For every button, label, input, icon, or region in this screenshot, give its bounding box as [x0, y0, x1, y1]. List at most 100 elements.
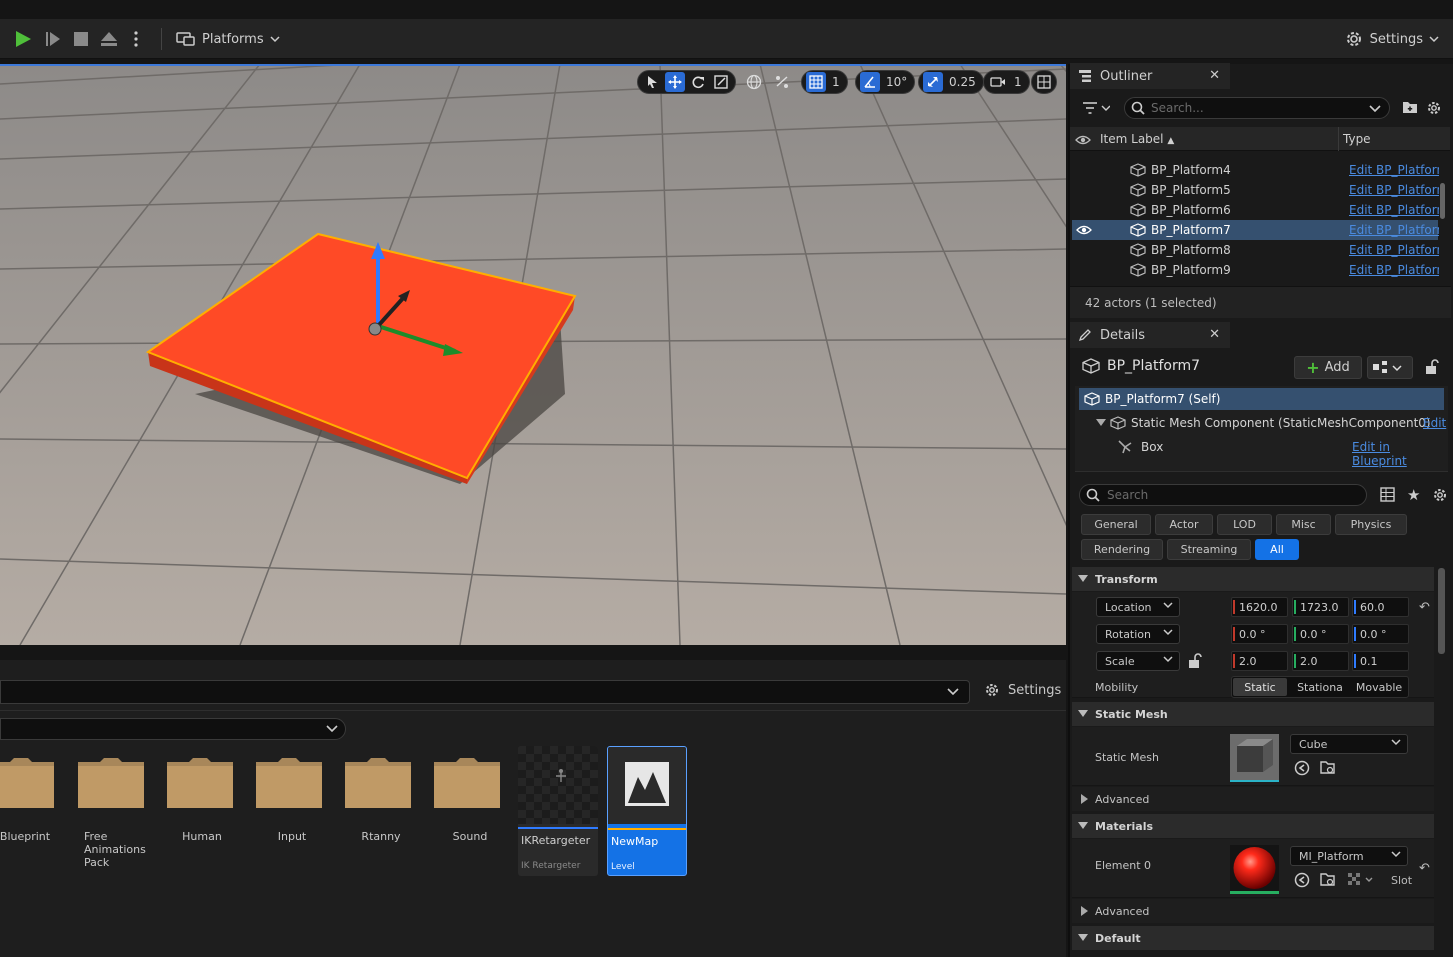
location-z-input[interactable]: 60.0 [1352, 597, 1409, 617]
component-self-row[interactable]: BP_Platform7 (Self) [1079, 388, 1444, 410]
scale-snap-group[interactable]: 0.25 [918, 70, 984, 94]
outliner-row[interactable]: BP_Platform4 Edit BP_Platform [1072, 160, 1439, 180]
folder-sound[interactable] [434, 758, 504, 811]
outliner-row-selected[interactable]: BP_Platform7 Edit BP_Platform [1072, 220, 1439, 240]
details-scrollbar[interactable] [1438, 568, 1445, 654]
scale-y-input[interactable]: 2.0 [1292, 651, 1349, 671]
content-browser-settings[interactable]: Settings [984, 682, 1061, 698]
filter-all[interactable]: All [1255, 539, 1299, 560]
edit-link[interactable]: Edit [1423, 416, 1446, 430]
reset-arrow-icon[interactable]: ↶ [1419, 861, 1430, 876]
mobility-static[interactable]: Static [1233, 678, 1287, 696]
filter-rendering[interactable]: Rendering [1081, 539, 1163, 560]
advance-frame-icon[interactable] [42, 27, 64, 51]
blueprint-options-button[interactable] [1367, 356, 1413, 379]
camera-icon[interactable] [988, 72, 1008, 92]
grid-snap-icon[interactable] [806, 72, 826, 92]
outliner-row[interactable]: BP_Platform9 Edit BP_Platform [1072, 260, 1439, 280]
row-type-link[interactable]: Edit BP_Platform [1349, 223, 1439, 237]
outliner-tab[interactable]: Outliner ✕ [1070, 63, 1230, 89]
scale-mode-dropdown[interactable]: Scale [1096, 651, 1180, 671]
materials-advanced[interactable]: Advanced [1072, 899, 1434, 923]
outliner-scrollbar[interactable] [1440, 183, 1445, 219]
row-type-link[interactable]: Edit BP_Platform [1349, 163, 1439, 177]
world-space-icon[interactable] [744, 72, 764, 92]
gear-icon[interactable] [1432, 487, 1448, 506]
rotation-x-input[interactable]: 0.0 ° [1231, 624, 1288, 644]
asset-newmap[interactable]: NewMap Level [607, 746, 687, 876]
static-mesh-section-header[interactable]: Static Mesh [1072, 702, 1434, 726]
content-filter-dropdown[interactable] [0, 718, 346, 740]
settings-menu[interactable]: Settings [1344, 27, 1439, 51]
rotation-snap-group[interactable]: 10° [855, 70, 916, 94]
filter-actor[interactable]: Actor [1155, 514, 1213, 535]
close-icon[interactable]: ✕ [1209, 327, 1220, 342]
rotation-mode-dropdown[interactable]: Rotation [1096, 624, 1180, 644]
filter-general[interactable]: General [1081, 514, 1151, 535]
eject-icon[interactable] [98, 27, 120, 51]
checker-texture-icon[interactable] [1347, 872, 1375, 891]
filter-misc[interactable]: Misc [1276, 514, 1331, 535]
component-static-mesh-row[interactable]: Static Mesh Component (StaticMeshCompone… [1079, 412, 1446, 434]
edit-in-blueprint-link[interactable]: Edit in Blueprint [1352, 440, 1444, 468]
browse-asset-icon[interactable] [1320, 760, 1336, 779]
column-type[interactable]: Type [1343, 132, 1371, 146]
platforms-menu[interactable]: Platforms [176, 27, 280, 51]
material-thumbnail[interactable] [1230, 845, 1279, 894]
cube-thumbnail[interactable] [1230, 734, 1279, 782]
scale-mode-icon[interactable] [711, 72, 731, 92]
rotation-snap-icon[interactable] [860, 72, 880, 92]
browse-asset-icon[interactable] [1320, 872, 1336, 891]
outliner-row[interactable]: BP_Platform5 Edit BP_Platform [1072, 180, 1439, 200]
materials-section-header[interactable]: Materials [1072, 814, 1434, 838]
lock-icon[interactable] [1425, 359, 1439, 378]
folder-blueprint[interactable] [0, 758, 58, 811]
filter-streaming[interactable]: Streaming [1167, 539, 1251, 560]
outliner-row[interactable]: BP_Platform6 Edit BP_Platform [1072, 200, 1439, 220]
material-picker[interactable]: MI_Platform [1290, 846, 1408, 866]
details-tab[interactable]: Details ✕ [1070, 322, 1230, 348]
reset-arrow-icon[interactable]: ↶ [1419, 600, 1430, 615]
camera-speed-group[interactable]: 1 [983, 70, 1030, 94]
row-type-link[interactable]: Edit BP_Platform [1349, 243, 1439, 257]
outliner-row[interactable]: BP_Platform8 Edit BP_Platform [1072, 240, 1439, 260]
rotation-z-input[interactable]: 0.0 ° [1352, 624, 1409, 644]
folder-free-animations-pack[interactable] [78, 758, 148, 811]
visibility-eye-icon[interactable] [1076, 224, 1092, 236]
surface-snapping-icon[interactable] [772, 72, 792, 92]
scale-snap-icon[interactable] [923, 72, 943, 92]
unlock-icon[interactable] [1188, 653, 1202, 672]
row-type-link[interactable]: Edit BP_Platform [1349, 203, 1439, 217]
default-section-header[interactable]: Default [1072, 926, 1434, 950]
select-mode-icon[interactable] [642, 72, 662, 92]
rotate-mode-icon[interactable] [688, 72, 708, 92]
more-options-icon[interactable] [128, 27, 144, 51]
content-path-bar[interactable] [0, 680, 970, 704]
scale-x-input[interactable]: 2.0 [1231, 651, 1288, 671]
transform-section-header[interactable]: Transform [1072, 567, 1434, 591]
grid-snap-group[interactable]: 1 [801, 70, 848, 94]
folder-rtanny[interactable] [345, 758, 415, 811]
row-type-link[interactable]: Edit BP_Platform [1349, 183, 1439, 197]
scale-z-input[interactable]: 0.1 [1352, 651, 1409, 671]
rotation-y-input[interactable]: 0.0 ° [1292, 624, 1349, 644]
close-icon[interactable]: ✕ [1209, 68, 1220, 83]
location-mode-dropdown[interactable]: Location [1096, 597, 1180, 617]
row-type-link[interactable]: Edit BP_Platform [1349, 263, 1439, 277]
add-component-button[interactable]: + Add [1294, 356, 1362, 379]
mobility-movable[interactable]: Movable [1351, 678, 1407, 696]
expand-triangle-icon[interactable] [1096, 419, 1106, 427]
stop-icon[interactable] [70, 27, 92, 51]
add-folder-icon[interactable] [1402, 100, 1418, 117]
folder-input[interactable] [256, 758, 326, 811]
location-y-input[interactable]: 1723.0 [1292, 597, 1349, 617]
viewport-layout-button[interactable] [1031, 70, 1057, 94]
table-view-icon[interactable] [1380, 487, 1395, 505]
level-viewport[interactable]: 1 10° 0.25 1 [0, 64, 1066, 645]
filter-lod[interactable]: LOD [1217, 514, 1272, 535]
use-selected-icon[interactable] [1294, 872, 1310, 891]
column-item-label[interactable]: Item Label ▲ [1100, 132, 1174, 146]
folder-human[interactable] [167, 758, 237, 811]
mobility-stationary[interactable]: Stationa [1291, 678, 1349, 696]
filter-icon[interactable] [1082, 101, 1111, 118]
